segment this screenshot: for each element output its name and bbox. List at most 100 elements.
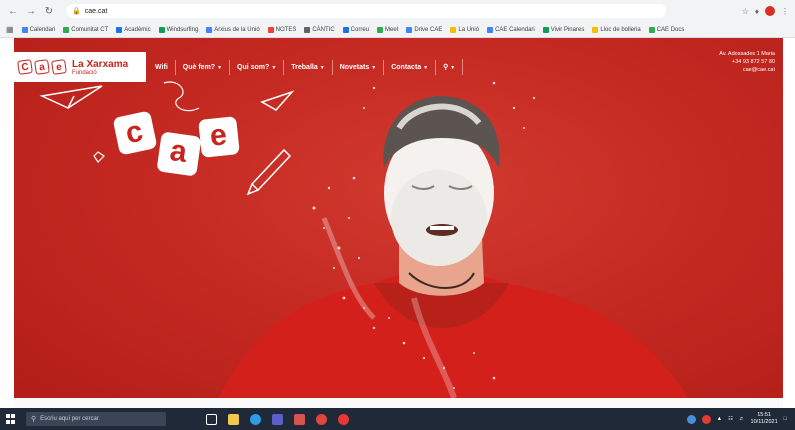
nav-item-qui-som[interactable]: Qui som? ▼ (230, 59, 285, 75)
bookmark-item[interactable]: Correu (342, 26, 370, 33)
bookmark-item[interactable]: La Unió (450, 26, 480, 33)
outlook-icon[interactable] (316, 413, 327, 425)
windows-start-icon[interactable] (6, 414, 16, 424)
tray-app-icon[interactable] (686, 414, 696, 424)
hero-logo (113, 111, 240, 176)
taskbar: ⚲ Escriu aquí per cercar ▲ ☷ ♬ 15:51 10/… (0, 408, 795, 430)
chevron-down-icon: ▼ (271, 64, 277, 71)
bookmark-item[interactable]: Meet (377, 26, 398, 33)
bookmark-favicon-icon (304, 26, 311, 33)
system-tray: ▲ ☷ ♬ 15:51 10/11/2021 □ (686, 412, 795, 426)
logo-letter-c: C (17, 59, 33, 75)
bookmark-item[interactable]: Calendari (21, 26, 56, 33)
address-url: cae.cat (84, 7, 108, 15)
bookmark-item[interactable]: CAE Docs (648, 26, 685, 33)
taskbar-search-placeholder: Escriu aquí per cercar (40, 416, 99, 422)
chrome-icon[interactable] (338, 413, 349, 425)
bookmark-favicon-icon (267, 26, 274, 33)
bookmark-item[interactable]: Lloc de bolleria (592, 26, 641, 33)
bookmark-favicon-icon (542, 26, 549, 33)
bookmark-favicon-icon (450, 26, 457, 33)
clock-date: 10/11/2021 (750, 419, 778, 425)
teams-icon[interactable] (272, 413, 283, 425)
back-icon[interactable]: ← (6, 4, 20, 18)
nav-item-contacta[interactable]: Contacta ▼ (384, 59, 437, 75)
bookmark-label: Comunitat CT (71, 26, 109, 33)
bookmark-star-icon[interactable]: ☆ (742, 7, 749, 16)
bookmark-favicon-icon (592, 26, 599, 33)
chevron-down-icon: ▼ (371, 64, 377, 71)
bookmark-favicon-icon (342, 26, 349, 33)
logo-letter-e: e (51, 59, 67, 75)
network-icon[interactable]: ☷ (728, 416, 733, 422)
site-logo[interactable]: C a e La Xarxama Fundació (14, 52, 146, 82)
chevron-down-icon: ▼ (217, 64, 223, 71)
nav-item-label: Qui som? (237, 63, 270, 71)
bookmark-item[interactable]: Arxius de la Unió (206, 26, 260, 33)
nav-search[interactable]: ⚲ ▼ (436, 59, 464, 75)
nav-item-wifi[interactable]: Wifi (148, 59, 176, 75)
search-icon: ⚲ (443, 64, 449, 71)
contact-phone[interactable]: +34 93 872 57 80 (719, 58, 775, 66)
taskbar-search[interactable]: ⚲ Escriu aquí per cercar (26, 412, 166, 426)
header-contact: Av. Adossades 1 Maria +34 93 872 57 80 c… (719, 50, 775, 74)
logo-letter-a: a (34, 59, 50, 75)
bookmark-favicon-icon (406, 26, 413, 33)
bookmarks-bar: ▦ Calendari Comunitat CT Acadèmic Windsurfi… (0, 22, 795, 38)
bookmark-label: Calendari (29, 26, 56, 33)
task-view-icon[interactable] (206, 413, 217, 425)
website-viewport: c a e C a e La Xarxama Fundació Wifi Què… (14, 38, 783, 408)
chevron-down-icon: ▼ (450, 65, 456, 71)
bookmark-item[interactable]: Comunitat CT (63, 26, 109, 33)
tray-chrome-icon[interactable] (701, 414, 711, 424)
bookmark-item[interactable]: CÀNTIC (304, 26, 335, 33)
apps-grid-icon[interactable]: ▦ (6, 25, 14, 34)
reload-icon[interactable]: ↻ (42, 4, 56, 18)
logo-name: La Xarxama (72, 58, 129, 70)
nav-item-treballa[interactable]: Treballa ▼ (284, 59, 333, 75)
edge-icon[interactable] (250, 413, 261, 425)
clock-time: 15:51 (757, 412, 771, 418)
bookmark-item[interactable]: Drive CAE (406, 26, 442, 33)
browser-menu-icon[interactable]: ⋮ (781, 7, 789, 16)
nav-item-que-fem[interactable]: Què fem? ▼ (176, 59, 231, 75)
chevron-down-icon: ▼ (319, 64, 325, 71)
chevron-up-icon[interactable]: ▲ (717, 416, 722, 422)
bookmark-favicon-icon (206, 26, 213, 33)
bookmark-item[interactable]: Vivir Pinares (542, 26, 584, 33)
extensions-icon[interactable]: ♦ (755, 7, 759, 16)
search-icon: ⚲ (31, 416, 37, 423)
file-explorer-icon[interactable] (228, 413, 239, 425)
bookmark-label: Lloc de bolleria (600, 26, 641, 33)
taskbar-clock[interactable]: 15:51 10/11/2021 (751, 412, 778, 426)
bookmark-label: Correu (350, 26, 370, 33)
notifications-icon[interactable]: □ (784, 416, 787, 422)
bookmark-item[interactable]: Windsurfing (158, 26, 199, 33)
contact-email[interactable]: cae@cae.cat (719, 66, 775, 74)
bookmark-favicon-icon (116, 26, 123, 33)
bookmark-item[interactable]: NOTES (267, 26, 296, 33)
main-nav: Wifi Què fem? ▼ Qui som? ▼ Treballa ▼ Novet… (148, 59, 464, 75)
lock-icon: 🔒 (72, 8, 81, 15)
hero-doodles (39, 81, 295, 196)
bookmark-label: CÀNTIC (312, 26, 335, 33)
bookmark-favicon-icon (158, 26, 165, 33)
word-icon[interactable] (294, 413, 305, 425)
bookmark-label: CAE Calendari (495, 26, 535, 33)
contact-address: Av. Adossades 1 Maria (719, 51, 775, 57)
bookmark-favicon-icon (648, 26, 655, 33)
bookmark-item[interactable]: CAE Calendari (487, 26, 535, 33)
nav-item-label: Què fem? (182, 63, 216, 71)
bookmark-item[interactable]: Acadèmic (116, 26, 151, 33)
volume-icon[interactable]: ♬ (739, 416, 745, 422)
bookmark-label: Windsurfing (166, 26, 199, 33)
address-bar[interactable]: 🔒 cae.cat (66, 4, 666, 18)
bookmark-label: CAE Docs (656, 26, 685, 33)
nav-item-novetats[interactable]: Novetats ▼ (333, 59, 385, 75)
forward-icon[interactable]: → (24, 4, 38, 18)
nav-item-label: Novetats (339, 63, 370, 71)
bookmark-label: La Unió (458, 26, 480, 33)
profile-avatar[interactable] (765, 6, 775, 16)
bookmark-favicon-icon (487, 26, 494, 33)
browser-toolbar: ← → ↻ 🔒 cae.cat ☆ ♦ ⋮ (0, 0, 795, 22)
